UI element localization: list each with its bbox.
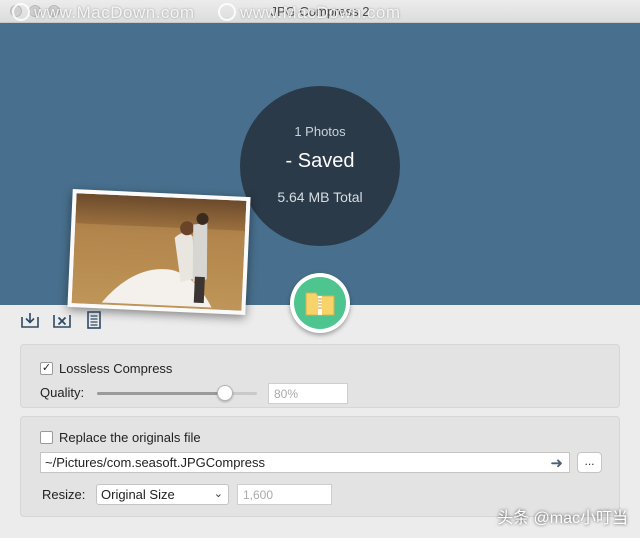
watermark-1: www.MacDown.com [12,3,195,23]
resize-select[interactable]: Original Size ⌄ [96,484,229,505]
lossless-checkbox[interactable]: ✓ [40,362,53,375]
drop-area[interactable]: 1 Photos - Saved 5.64 MB Total [0,23,640,333]
quality-slider-fill [97,392,225,395]
choose-folder-button[interactable]: ... [577,452,602,473]
import-icon [21,313,39,328]
clear-button[interactable] [50,309,74,331]
total-size: 5.64 MB Total [277,189,363,205]
toolbar [18,309,106,331]
quality-field[interactable]: 80% [268,383,348,404]
reveal-arrow-icon[interactable]: ➜ [550,454,563,472]
compression-settings: ✓ Lossless Compress Quality: 80% [20,344,620,408]
resize-label: Resize: [42,487,86,502]
replace-checkbox[interactable] [40,431,53,444]
replace-label: Replace the originals file [59,430,201,445]
resize-value-field[interactable]: 1,600 [237,484,332,505]
quality-slider[interactable] [97,385,257,401]
output-path-field[interactable]: ~/Pictures/com.seasoft.JPGCompress ➜ [40,452,570,473]
watermark-logo-icon [218,3,236,21]
title-bar: JPG Compress 2 www.MacDown.com www.MacDo… [0,0,640,23]
list-icon [87,311,101,329]
zip-folder-icon [305,292,335,316]
corner-watermark: 头条 @mac小叮当 [497,510,628,527]
compress-button[interactable] [290,273,350,333]
watermark-2: www.MacDown.com [218,3,401,23]
import-button[interactable] [18,309,42,331]
watermark-logo-icon [12,3,30,21]
log-button[interactable] [82,309,106,331]
quality-row: Quality: [40,385,84,400]
chevron-down-icon: ⌄ [213,488,223,500]
photo-count: 1 Photos [294,124,346,139]
resize-select-value: Original Size [101,487,175,502]
lossless-label: Lossless Compress [59,361,173,376]
replace-row: Replace the originals file [40,430,201,445]
output-settings: Replace the originals file ~/Pictures/co… [20,416,620,517]
quality-label: Quality: [40,385,85,400]
saved-amount: - Saved [285,150,355,172]
lossless-row: ✓ Lossless Compress [40,361,172,376]
resize-row: Resize: [42,487,85,502]
summary-circle: 1 Photos - Saved 5.64 MB Total [240,86,400,246]
wedding-photo-image [71,193,247,311]
clear-icon [53,315,71,328]
photo-thumbnail [67,189,251,315]
quality-slider-knob[interactable] [217,385,233,401]
output-path-text: ~/Pictures/com.seasoft.JPGCompress [45,455,265,470]
